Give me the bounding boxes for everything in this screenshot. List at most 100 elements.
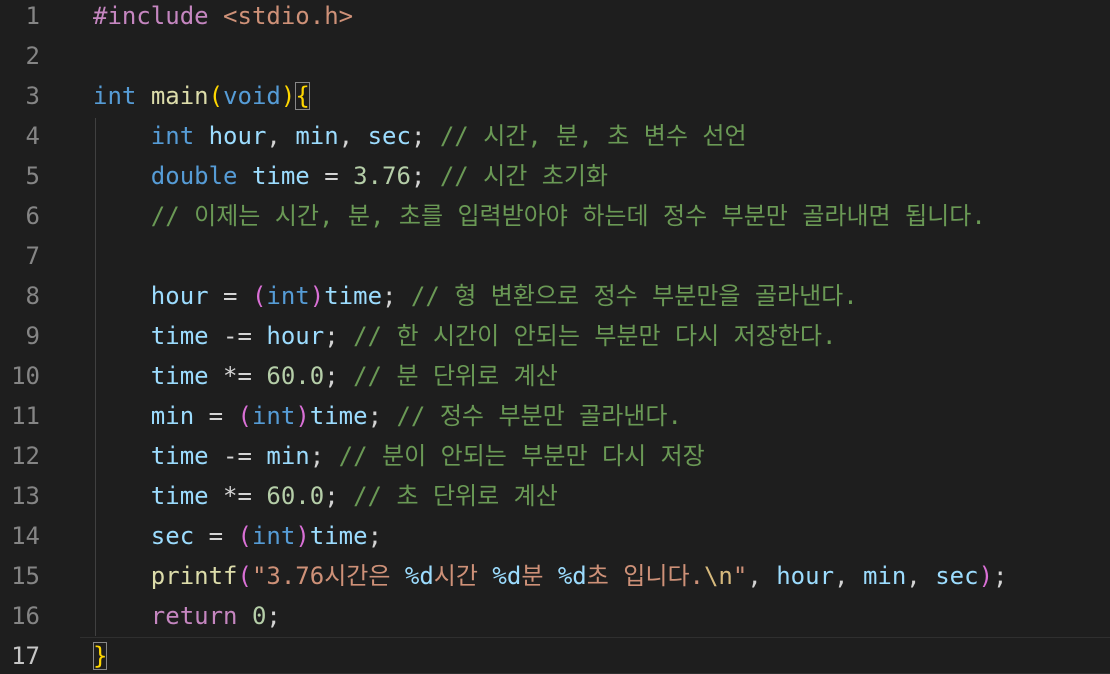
code-text[interactable]: #include <stdio.h> bbox=[93, 0, 353, 36]
code-line[interactable]: 8 hour = (int)time; // 형 변환으로 정수 부분만을 골라… bbox=[0, 276, 1110, 316]
code-text[interactable]: } bbox=[93, 636, 108, 674]
code-text[interactable]: double time = 3.76; // 시간 초기화 bbox=[93, 156, 608, 196]
code-text[interactable]: int hour, min, sec; // 시간, 분, 초 변수 선언 bbox=[93, 116, 747, 156]
code-token: ; bbox=[382, 282, 411, 310]
code-token: time bbox=[150, 322, 209, 350]
line-number: 1 bbox=[25, 2, 40, 30]
code-editor[interactable]: 1 #include <stdio.h> 2 3 int main(void){4 in… bbox=[0, 0, 1110, 674]
code-token: , bbox=[834, 562, 863, 590]
code-token: #include bbox=[93, 2, 209, 30]
code-token: , bbox=[906, 562, 936, 590]
code-token: time bbox=[324, 282, 383, 310]
code-text[interactable]: hour = (int)time; // 형 변환으로 정수 부분만을 골라낸다… bbox=[93, 276, 858, 316]
code-token: hour bbox=[208, 122, 267, 150]
code-line[interactable]: 3 int main(void){ bbox=[0, 76, 1110, 116]
code-token: time bbox=[150, 482, 209, 510]
code-token: // 시간 초기화 bbox=[439, 162, 609, 190]
code-line[interactable]: 16 return 0; bbox=[0, 596, 1110, 636]
line-number: 15 bbox=[11, 562, 40, 590]
code-token: ; bbox=[266, 602, 281, 630]
code-token: // 분 단위로 계산 bbox=[353, 362, 558, 390]
code-line[interactable]: 11 min = (int)time; // 정수 부분만 골라낸다. bbox=[0, 396, 1110, 436]
code-token: , bbox=[266, 122, 296, 150]
code-token: return bbox=[150, 602, 238, 630]
code-token: min bbox=[266, 442, 310, 470]
code-token: -= bbox=[208, 322, 267, 350]
code-token: 60.0 bbox=[266, 362, 325, 390]
code-line[interactable]: 6 // 이제는 시간, 분, 초를 입력받아야 하는데 정수 부분만 골라내면… bbox=[0, 196, 1110, 236]
code-token: time bbox=[251, 162, 310, 190]
code-token: ; bbox=[410, 122, 440, 150]
code-token: sec bbox=[935, 562, 979, 590]
code-token: int bbox=[93, 82, 137, 110]
code-line[interactable]: 14 sec = (int)time; bbox=[0, 516, 1110, 556]
code-token: ( bbox=[237, 402, 252, 430]
line-number: 7 bbox=[25, 242, 40, 270]
line-number: 11 bbox=[11, 402, 40, 430]
line-number: 14 bbox=[11, 522, 40, 550]
line-number: 17 bbox=[11, 642, 40, 670]
code-text[interactable]: sec = (int)time; bbox=[93, 516, 382, 556]
line-number: 3 bbox=[25, 82, 40, 110]
code-token: int bbox=[251, 402, 296, 430]
code-token: "3.76시간은 bbox=[251, 562, 405, 590]
code-token: ; bbox=[324, 322, 354, 350]
code-token: // 형 변환으로 정수 부분만을 골라낸다. bbox=[410, 282, 858, 310]
code-token: ; bbox=[367, 402, 397, 430]
code-text[interactable]: time -= hour; // 한 시간이 안되는 부분만 다시 저장한다. bbox=[93, 316, 837, 356]
code-line[interactable]: 10 time *= 60.0; // 분 단위로 계산 bbox=[0, 356, 1110, 396]
code-token: *= bbox=[208, 482, 267, 510]
code-line[interactable]: 13 time *= 60.0; // 초 단위로 계산 bbox=[0, 476, 1110, 516]
line-number: 10 bbox=[11, 362, 40, 390]
code-token: ) bbox=[978, 562, 994, 590]
code-text[interactable]: return 0; bbox=[93, 596, 281, 636]
code-token: <stdio.h> bbox=[223, 2, 354, 30]
code-token: ; bbox=[367, 522, 383, 550]
code-token: = bbox=[208, 282, 252, 310]
code-line[interactable]: 7 bbox=[0, 236, 1110, 276]
code-token: " bbox=[732, 562, 748, 590]
code-text[interactable]: time *= 60.0; // 초 단위로 계산 bbox=[93, 476, 558, 516]
code-text[interactable]: printf("3.76시간은 %d시간 %d분 %d초 입니다.\n", ho… bbox=[93, 556, 1008, 596]
code-line[interactable]: 4 int hour, min, sec; // 시간, 분, 초 변수 선언 bbox=[0, 116, 1110, 156]
code-token: ; bbox=[309, 442, 339, 470]
line-number: 9 bbox=[25, 322, 40, 350]
code-token: time bbox=[309, 522, 368, 550]
code-token: ) bbox=[309, 282, 325, 310]
code-token: = bbox=[194, 402, 238, 430]
line-number: 6 bbox=[25, 202, 40, 230]
code-token: ( bbox=[237, 562, 252, 590]
code-text[interactable]: int main(void){ bbox=[93, 76, 310, 116]
code-token: { bbox=[295, 82, 310, 110]
code-token: // 초 단위로 계산 bbox=[353, 482, 558, 510]
code-text[interactable]: time -= min; // 분이 안되는 부분만 다시 저장 bbox=[93, 436, 705, 476]
line-number: 16 bbox=[11, 602, 40, 630]
line-number: 12 bbox=[11, 442, 40, 470]
code-line[interactable]: 15 printf("3.76시간은 %d시간 %d분 %d초 입니다.\n",… bbox=[0, 556, 1110, 596]
code-token: hour bbox=[266, 322, 325, 350]
code-line[interactable]: 17} bbox=[0, 636, 1110, 674]
code-token: ( bbox=[208, 82, 224, 110]
code-text[interactable]: // 이제는 시간, 분, 초를 입력받아야 하는데 정수 부분만 골라내면 됩… bbox=[93, 196, 986, 236]
code-token: hour bbox=[776, 562, 835, 590]
code-line[interactable]: 9 time -= hour; // 한 시간이 안되는 부분만 다시 저장한다… bbox=[0, 316, 1110, 356]
code-token: time bbox=[150, 442, 209, 470]
code-line[interactable]: 1 #include <stdio.h> bbox=[0, 0, 1110, 36]
code-token: sec bbox=[150, 522, 195, 550]
code-line[interactable]: 5 double time = 3.76; // 시간 초기화 bbox=[0, 156, 1110, 196]
code-line[interactable]: 2 bbox=[0, 36, 1110, 76]
line-number: 5 bbox=[25, 162, 40, 190]
code-text[interactable]: time *= 60.0; // 분 단위로 계산 bbox=[93, 356, 558, 396]
code-token: = bbox=[194, 522, 238, 550]
code-line[interactable]: 12 time -= min; // 분이 안되는 부분만 다시 저장 bbox=[0, 436, 1110, 476]
code-text[interactable]: min = (int)time; // 정수 부분만 골라낸다. bbox=[93, 396, 682, 436]
